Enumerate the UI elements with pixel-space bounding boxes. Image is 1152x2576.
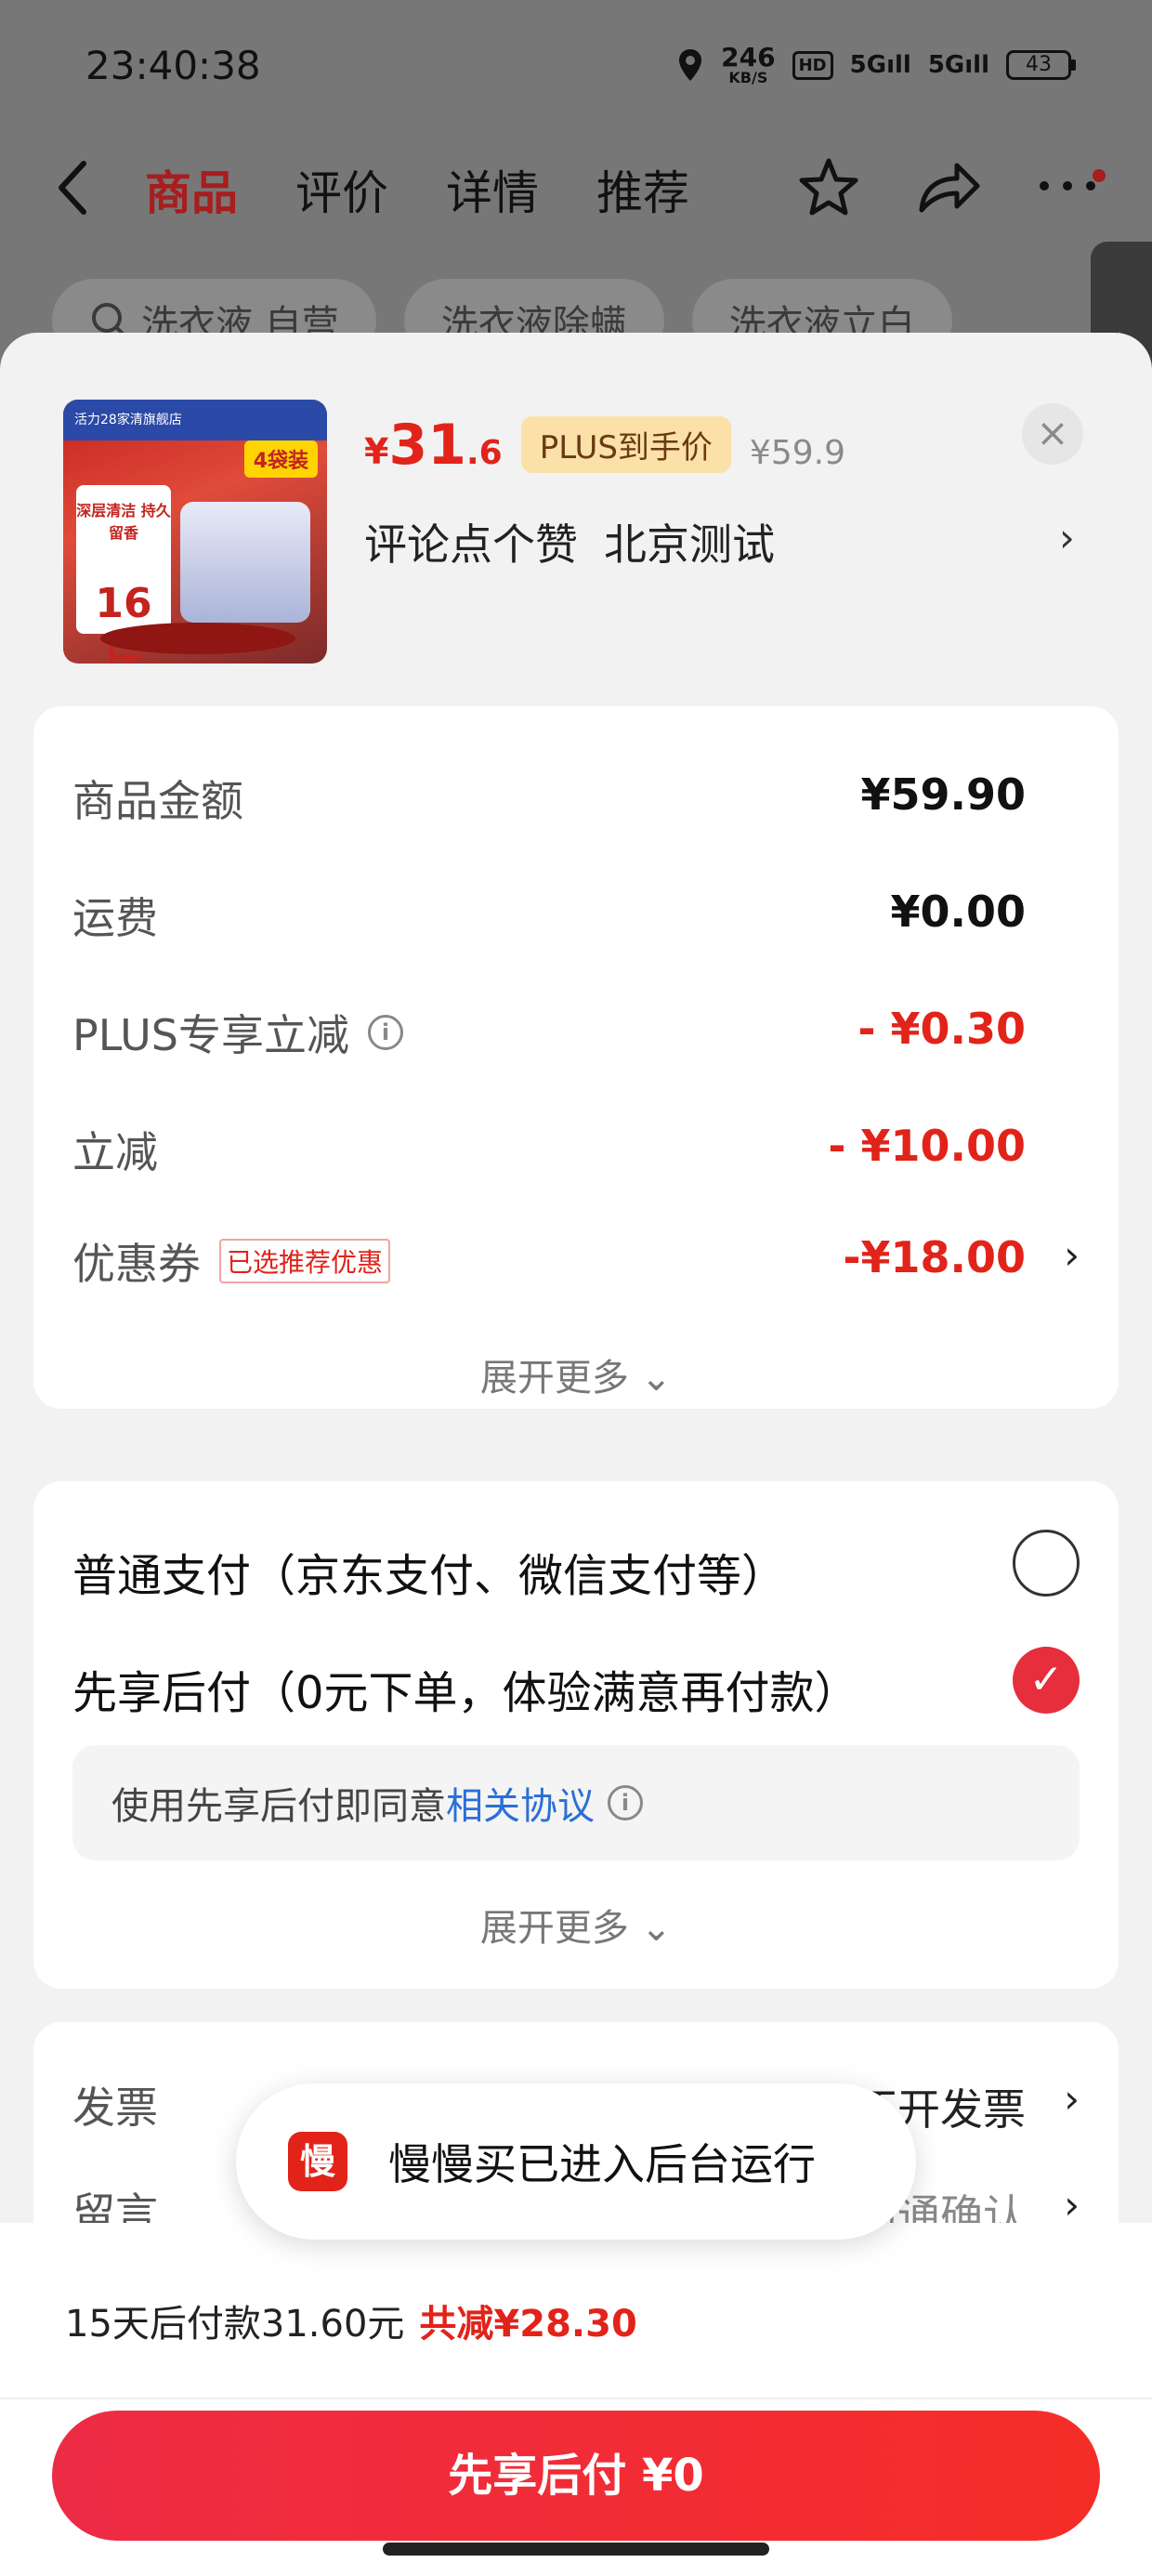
chevron-right-icon[interactable]: ›: [1064, 2076, 1080, 2122]
background-running-toast: 慢 慢慢买已进入后台运行: [236, 2083, 916, 2240]
manmanbuy-app-icon: 慢: [288, 2132, 347, 2191]
product-image-card: 深层清洁 持久留香 16斤: [76, 485, 171, 664]
product-image-tag: 4袋装: [243, 440, 318, 478]
signal-icon: 5Gıll: [849, 51, 911, 79]
total-saving: 共减¥28.30: [419, 2303, 637, 2346]
product-summary: 活力28家清旗舰店 4袋装 深层清洁 持久留香 16斤 ¥31.6 PLUS到手…: [0, 333, 1152, 686]
nav-tabs: 商品 评价 详情 推荐: [145, 156, 689, 223]
original-price: ¥59.9: [749, 434, 845, 472]
pay-later-submit-button[interactable]: 先享后付 ¥0: [52, 2411, 1100, 2541]
coupon-value: -¥18.00: [843, 1232, 1026, 1282]
more-icon[interactable]: [1037, 177, 1098, 195]
divider: [0, 2398, 1152, 2399]
shipping-label: 运费: [72, 893, 158, 943]
checkout-sheet: 活力28家清旗舰店 4袋装 深层清洁 持久留香 16斤 ¥31.6 PLUS到手…: [0, 333, 1152, 2576]
product-nav: 商品 评价 详情 推荐: [0, 149, 1152, 232]
instant-discount-value: - ¥10.00: [828, 1121, 1026, 1171]
goods-amount-row: 商品金额 ¥59.90: [72, 758, 1080, 833]
chevron-right-icon[interactable]: ›: [1064, 1232, 1080, 1278]
price-row: ¥31.6 PLUS到手价 ¥59.9: [364, 413, 845, 479]
plus-discount-value: - ¥0.30: [857, 1004, 1026, 1054]
home-indicator[interactable]: [383, 2543, 769, 2556]
status-time: 23:40:38: [85, 43, 261, 88]
nav-actions: [797, 156, 1106, 219]
toast-text: 慢慢买已进入后台运行: [388, 2139, 816, 2189]
plus-discount-row: PLUS专享立减 i - ¥0.30: [72, 992, 1080, 1067]
coupon-label: 优惠券 已选推荐优惠: [72, 1230, 391, 1292]
tab-reviews[interactable]: 评价: [295, 156, 388, 223]
invoice-label: 发票: [72, 2083, 158, 2133]
more-menu[interactable]: [1037, 169, 1106, 199]
coupon-recommended-tag: 已选推荐优惠: [219, 1239, 391, 1283]
status-icons: 246 KB/S HD 5Gıll 5Gıll 43: [676, 45, 1076, 85]
signal-icon-2: 5Gıll: [927, 51, 989, 79]
agreement-note: 使用先享后付即同意 相关协议 i: [72, 1745, 1080, 1860]
back-icon[interactable]: [54, 158, 91, 217]
checkout-footer: 15天后付款31.60元 共减¥28.30 先享后付 ¥0: [0, 2223, 1152, 2576]
product-image-pack: [180, 502, 310, 623]
notification-dot: [1093, 169, 1106, 182]
coupon-row[interactable]: 优惠券 已选推荐优惠 -¥18.00 ›: [72, 1221, 1080, 1295]
battery-icon: 43: [1006, 50, 1076, 80]
close-button[interactable]: ×: [1022, 403, 1083, 465]
instant-discount-row: 立减 - ¥10.00: [72, 1110, 1080, 1184]
tab-details[interactable]: 详情: [446, 156, 539, 223]
info-icon[interactable]: i: [367, 1015, 403, 1050]
product-image-stage: [100, 623, 295, 654]
payment-method-card: 普通支付（京东支付、微信支付等） 先享后付（0元下单，体验满意再付款） ✓ 使用…: [33, 1481, 1119, 1989]
goods-amount-label: 商品金额: [72, 776, 243, 826]
net-speed: 246 KB/S: [721, 42, 776, 86]
plus-price-badge: PLUS到手价: [520, 416, 731, 473]
instant-discount-label: 立减: [72, 1127, 158, 1177]
normal-payment-radio[interactable]: [1013, 1530, 1080, 1597]
pay-later-option[interactable]: 先享后付（0元下单，体验满意再付款） ✓: [72, 1647, 1080, 1721]
chevron-right-icon[interactable]: ›: [1064, 2182, 1080, 2228]
final-price: ¥31.6: [364, 413, 503, 478]
favorite-star-icon[interactable]: [797, 156, 860, 219]
goods-amount-value: ¥59.90: [860, 769, 1026, 820]
status-bar: 23:40:38 246 KB/S HD 5Gıll 5Gıll 43: [0, 0, 1152, 139]
pay-later-amount: 15天后付款31.60元: [65, 2303, 405, 2346]
tab-goods[interactable]: 商品: [145, 156, 238, 223]
agreement-text: 使用先享后付即同意: [111, 1785, 446, 1828]
normal-payment-option[interactable]: 普通支付（京东支付、微信支付等）: [72, 1530, 1080, 1604]
background-page: 23:40:38 246 KB/S HD 5Gıll 5Gıll 43 商品 评价…: [0, 0, 1152, 390]
expand-more-button[interactable]: 展开更多 ⌄: [33, 1898, 1119, 1952]
pay-later-radio-checked[interactable]: ✓: [1013, 1647, 1080, 1714]
expand-more-button[interactable]: 展开更多 ⌄: [33, 1347, 1119, 1401]
normal-payment-label: 普通支付（京东支付、微信支付等）: [72, 1550, 787, 1602]
product-image[interactable]: 活力28家清旗舰店 4袋装 深层清洁 持久留香 16斤: [63, 400, 327, 664]
tab-recommend[interactable]: 推荐: [596, 156, 689, 223]
info-icon[interactable]: i: [608, 1785, 643, 1820]
shipping-row: 运费 ¥0.00: [72, 875, 1080, 950]
chevron-right-icon[interactable]: ›: [1059, 515, 1075, 560]
plus-discount-label: PLUS专享立减 i: [72, 1002, 403, 1063]
address-line[interactable]: 评论点个赞 北京测试: [364, 511, 775, 572]
payment-summary: 15天后付款31.60元 共减¥28.30: [65, 2293, 637, 2347]
product-image-store: 活力28家清旗舰店: [63, 400, 327, 440]
share-icon[interactable]: [916, 160, 981, 216]
agreement-link[interactable]: 相关协议: [446, 1776, 595, 1830]
pay-later-label: 先享后付（0元下单，体验满意再付款）: [72, 1667, 859, 1719]
hd-icon: HD: [792, 50, 833, 80]
location-icon: [679, 49, 702, 81]
shipping-value: ¥0.00: [890, 887, 1026, 937]
price-breakdown-card: 商品金额 ¥59.90 运费 ¥0.00 PLUS专享立减 i - ¥0.30 立…: [33, 706, 1119, 1409]
